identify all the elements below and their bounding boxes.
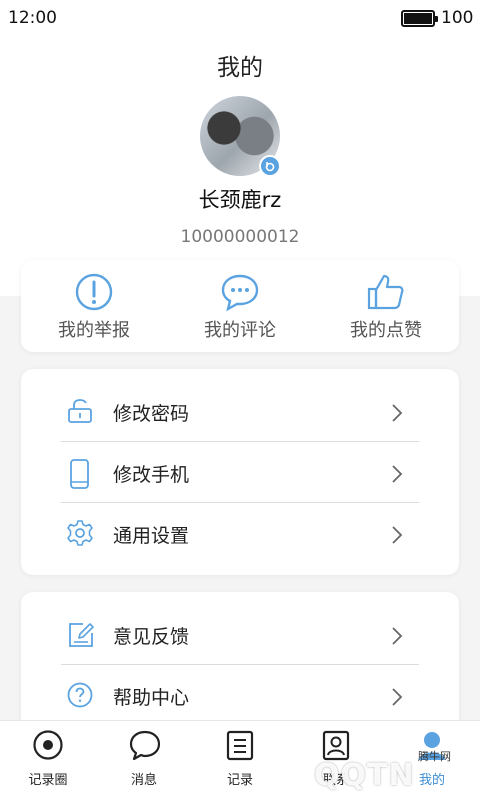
menu-item-label: 帮助中心 [113,687,190,709]
tab-label: 记录圈 [28,773,68,788]
quick-action-my-reports[interactable]: 我的举报 [21,260,167,352]
settings-menu-card: 修改密码 修改手机 通用设置 [21,369,459,575]
comment-bubble-icon [221,274,259,312]
chevron-right-icon [392,404,403,422]
status-bar: 12:00 100 [0,0,480,36]
battery-icon [401,10,438,27]
quick-action-label: 我的评论 [204,320,276,341]
chevron-right-icon [392,526,403,544]
edit-icon [69,623,94,647]
watermark-small-text: 腾牛网 [418,750,451,763]
thumbs-up-icon [367,274,404,310]
menu-item-change-password[interactable]: 修改密码 [61,381,419,442]
menu-item-help-center[interactable]: 帮助中心 [61,665,419,726]
user-id: 10000000012 [180,227,300,247]
menu-item-feedback[interactable]: 意见反馈 [61,604,419,665]
menu-item-label: 意见反馈 [113,626,190,648]
chevron-right-icon [392,627,403,645]
eye-icon [33,730,63,760]
tab-label: 消息 [130,773,157,788]
username: 长颈鹿rz [198,188,282,212]
chat-icon [129,730,161,761]
gear-icon [67,520,93,546]
tab-messages[interactable]: 消息 [96,721,192,800]
menu-item-label: 通用设置 [113,525,190,547]
tab-record-circle[interactable]: 记录圈 [0,721,96,800]
menu-item-general-settings[interactable]: 通用设置 [61,503,419,564]
list-icon [226,730,254,761]
quick-action-label: 我的举报 [58,320,130,341]
question-icon [67,682,93,708]
status-time: 12:00 [8,8,57,28]
quick-actions-card: 我的举报 我的评论 我的点赞 [21,260,459,352]
menu-item-label: 修改手机 [113,464,190,486]
quick-action-my-comments[interactable]: 我的评论 [167,260,313,352]
chevron-right-icon [392,465,403,483]
lock-icon [68,399,92,423]
menu-item-label: 修改密码 [113,403,190,425]
page-title: 我的 [217,55,263,81]
phone-icon [70,459,89,489]
watermark-text: QQTN [314,758,415,793]
avatar-badge-icon [259,155,281,177]
watermark-logo: QQTN 腾牛网 [270,740,480,800]
quick-action-label: 我的点赞 [350,320,422,341]
menu-item-change-phone[interactable]: 修改手机 [61,442,419,503]
chevron-right-icon [392,688,403,706]
exclamation-circle-icon [75,273,113,311]
quick-action-my-likes[interactable]: 我的点赞 [313,260,459,352]
battery-percent: 100 [441,8,474,28]
